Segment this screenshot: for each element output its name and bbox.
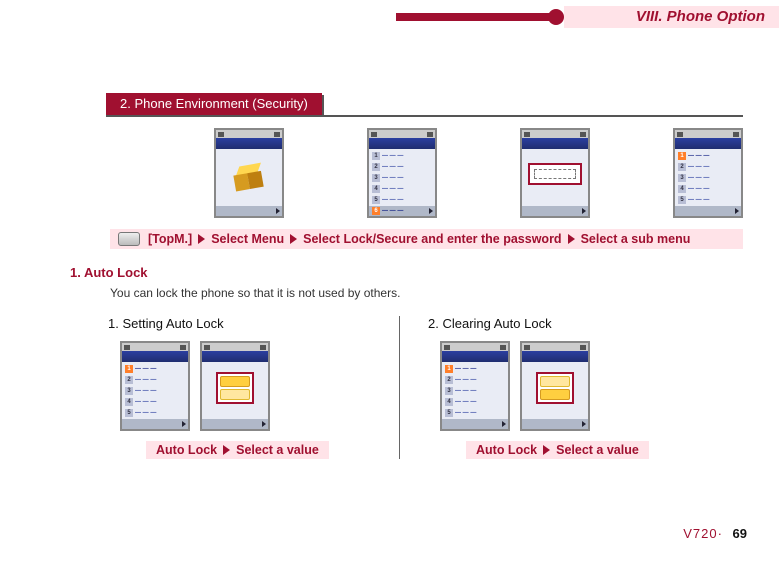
phone-screenshot-autolock-list: 1— — — 2— — — 3— — — 4— — — 5— — — — [120, 341, 190, 431]
clear-path-label: Auto Lock — [476, 443, 537, 457]
navpath-step-3: Select a sub menu — [581, 229, 691, 249]
password-field-placeholder — [534, 169, 576, 179]
column-clearing-auto-lock: 2. Clearing Auto Lock 1— — — 2— — — 3— —… — [420, 316, 699, 459]
phone-screenshot-autolock-set-value — [200, 341, 270, 431]
chapter-title: VIII. Phone Option — [564, 6, 779, 28]
navpath-start: [TopM.] — [148, 229, 192, 249]
auto-lock-columns: 1. Setting Auto Lock 1— — — 2— — — 3— — … — [100, 316, 699, 459]
set-path-band: Auto Lock Select a value — [146, 441, 329, 459]
navpath-step-1: Select Menu — [211, 229, 284, 249]
chevron-right-icon — [568, 234, 575, 244]
chevron-right-icon — [223, 445, 230, 455]
value-popup — [216, 372, 254, 404]
phone-screenshot-autolock-clear-value — [520, 341, 590, 431]
column-setting-auto-lock: 1. Setting Auto Lock 1— — — 2— — — 3— — … — [100, 316, 379, 459]
subsection-heading: 1. Auto Lock — [70, 265, 148, 280]
screenshot-row-top: 1— — — 2— — — 3— — — 4— — — 5— — — 6— — … — [214, 128, 743, 218]
header-rule-decor — [396, 13, 556, 21]
page-header: VIII. Phone Option — [396, 6, 779, 28]
column-heading-clear: 2. Clearing Auto Lock — [428, 316, 552, 331]
phone-screenshot-password — [520, 128, 590, 218]
section-rule — [106, 115, 743, 117]
phone-screenshot-autolock-list-2: 1— — — 2— — — 3— — — 4— — — 5— — — — [440, 341, 510, 431]
clear-path-after: Select a value — [556, 443, 639, 457]
password-dialog — [528, 163, 582, 185]
menu-key-icon — [118, 232, 140, 246]
chevron-right-icon — [543, 445, 550, 455]
phone-screenshot-menu3d — [214, 128, 284, 218]
navigation-path-band: [TopM.] Select Menu Select Lock/Secure a… — [110, 229, 743, 249]
footer-model: V720· — [683, 526, 723, 541]
navpath-step-2: Select Lock/Secure and enter the passwor… — [303, 229, 561, 249]
set-path-label: Auto Lock — [156, 443, 217, 457]
section-heading-strip: 2. Phone Environment (Security) — [106, 93, 322, 115]
subsection-description: You can lock the phone so that it is not… — [110, 286, 400, 300]
value-popup — [536, 372, 574, 404]
page-footer: V720· 69 — [683, 526, 747, 541]
chevron-right-icon — [290, 234, 297, 244]
section-heading: 2. Phone Environment (Security) — [106, 93, 322, 115]
menu-3d-icon — [232, 162, 266, 193]
footer-page-number: 69 — [733, 526, 747, 541]
phone-screenshot-menu-list: 1— — — 2— — — 3— — — 4— — — 5— — — 6— — … — [367, 128, 437, 218]
column-divider — [399, 316, 400, 459]
column-heading-set: 1. Setting Auto Lock — [108, 316, 224, 331]
chevron-right-icon — [198, 234, 205, 244]
value-option — [220, 389, 250, 400]
value-option — [540, 376, 570, 387]
clear-path-band: Auto Lock Select a value — [466, 441, 649, 459]
set-path-after: Select a value — [236, 443, 319, 457]
phone-screenshot-submenu: 1— — — 2— — — 3— — — 4— — — 5— — — — [673, 128, 743, 218]
value-option-selected — [220, 376, 250, 387]
value-option-selected — [540, 389, 570, 400]
